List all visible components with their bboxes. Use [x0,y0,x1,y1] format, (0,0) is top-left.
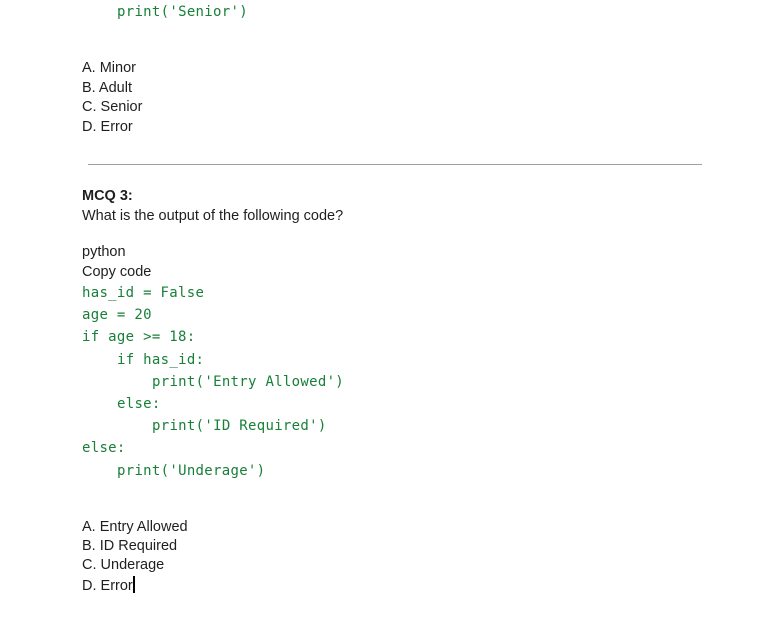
copy-code-label: Copy code [82,264,152,280]
divider [88,164,702,165]
code-line: print('Senior') [117,4,248,20]
option-a: A. Entry Allowed [82,519,188,535]
code-line: print('Entry Allowed') [152,373,345,390]
code-line: print('ID Required') [152,418,327,435]
option-c: C. Senior [82,99,143,115]
option-a: A. Minor [82,60,136,76]
question-text: What is the output of the following code… [82,208,344,224]
option-b: B. Adult [82,80,132,96]
code-line: age = 20 [82,307,152,324]
code-line: has_id = False [82,285,205,301]
option-c: C. Underage [82,557,165,573]
question-title: MCQ 3: [82,188,133,204]
text-cursor [132,576,135,593]
option-d-text: D. Error [82,578,133,594]
code-line: print('Underage') [117,462,266,479]
option-d: D. Error [82,119,133,135]
option-d: D. Error [82,576,135,595]
code-line: if age >= 18: [82,329,196,346]
code-line: if has_id: [117,351,205,368]
language-label: python [82,244,126,260]
code-line: else: [117,396,161,412]
code-line: else: [82,440,126,457]
option-b: B. ID Required [82,538,178,554]
